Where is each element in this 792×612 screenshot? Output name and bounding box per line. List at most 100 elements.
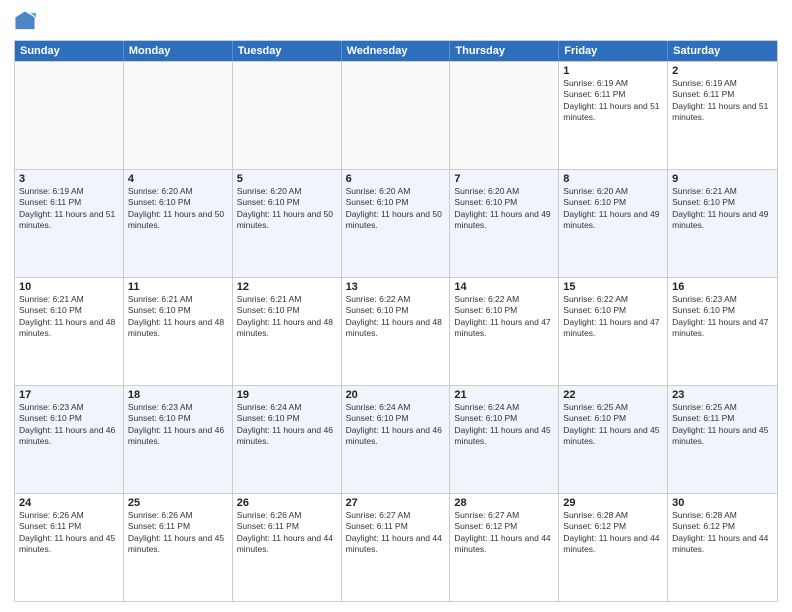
day-number: 6 bbox=[346, 173, 446, 185]
calendar-header: SundayMondayTuesdayWednesdayThursdayFrid… bbox=[15, 41, 777, 61]
day-info: Sunrise: 6:20 AM Sunset: 6:10 PM Dayligh… bbox=[346, 186, 446, 232]
day-info: Sunrise: 6:24 AM Sunset: 6:10 PM Dayligh… bbox=[454, 402, 554, 448]
day-number: 24 bbox=[19, 497, 119, 509]
calendar-row-4: 24Sunrise: 6:26 AM Sunset: 6:11 PM Dayli… bbox=[15, 493, 777, 601]
day-number: 22 bbox=[563, 389, 663, 401]
cal-cell-empty-0-4 bbox=[450, 62, 559, 169]
day-number: 3 bbox=[19, 173, 119, 185]
day-info: Sunrise: 6:21 AM Sunset: 6:10 PM Dayligh… bbox=[672, 186, 773, 232]
day-info: Sunrise: 6:28 AM Sunset: 6:12 PM Dayligh… bbox=[563, 510, 663, 556]
day-number: 4 bbox=[128, 173, 228, 185]
day-number: 1 bbox=[563, 65, 663, 77]
day-number: 5 bbox=[237, 173, 337, 185]
day-number: 23 bbox=[672, 389, 773, 401]
header bbox=[14, 10, 778, 32]
cal-cell-18: 18Sunrise: 6:23 AM Sunset: 6:10 PM Dayli… bbox=[124, 386, 233, 493]
cal-cell-15: 15Sunrise: 6:22 AM Sunset: 6:10 PM Dayli… bbox=[559, 278, 668, 385]
day-number: 28 bbox=[454, 497, 554, 509]
day-info: Sunrise: 6:22 AM Sunset: 6:10 PM Dayligh… bbox=[454, 294, 554, 340]
cal-cell-30: 30Sunrise: 6:28 AM Sunset: 6:12 PM Dayli… bbox=[668, 494, 777, 601]
day-number: 16 bbox=[672, 281, 773, 293]
cal-cell-empty-0-0 bbox=[15, 62, 124, 169]
day-number: 9 bbox=[672, 173, 773, 185]
header-tuesday: Tuesday bbox=[233, 41, 342, 61]
calendar-row-3: 17Sunrise: 6:23 AM Sunset: 6:10 PM Dayli… bbox=[15, 385, 777, 493]
day-number: 27 bbox=[346, 497, 446, 509]
day-number: 12 bbox=[237, 281, 337, 293]
day-number: 11 bbox=[128, 281, 228, 293]
day-info: Sunrise: 6:19 AM Sunset: 6:11 PM Dayligh… bbox=[672, 78, 773, 124]
cal-cell-14: 14Sunrise: 6:22 AM Sunset: 6:10 PM Dayli… bbox=[450, 278, 559, 385]
day-number: 20 bbox=[346, 389, 446, 401]
header-wednesday: Wednesday bbox=[342, 41, 451, 61]
cal-cell-2: 2Sunrise: 6:19 AM Sunset: 6:11 PM Daylig… bbox=[668, 62, 777, 169]
day-number: 19 bbox=[237, 389, 337, 401]
day-info: Sunrise: 6:24 AM Sunset: 6:10 PM Dayligh… bbox=[237, 402, 337, 448]
cal-cell-empty-0-1 bbox=[124, 62, 233, 169]
cal-cell-10: 10Sunrise: 6:21 AM Sunset: 6:10 PM Dayli… bbox=[15, 278, 124, 385]
cal-cell-26: 26Sunrise: 6:26 AM Sunset: 6:11 PM Dayli… bbox=[233, 494, 342, 601]
calendar-row-2: 10Sunrise: 6:21 AM Sunset: 6:10 PM Dayli… bbox=[15, 277, 777, 385]
day-info: Sunrise: 6:20 AM Sunset: 6:10 PM Dayligh… bbox=[237, 186, 337, 232]
day-info: Sunrise: 6:21 AM Sunset: 6:10 PM Dayligh… bbox=[237, 294, 337, 340]
day-info: Sunrise: 6:27 AM Sunset: 6:12 PM Dayligh… bbox=[454, 510, 554, 556]
cal-cell-27: 27Sunrise: 6:27 AM Sunset: 6:11 PM Dayli… bbox=[342, 494, 451, 601]
cal-cell-28: 28Sunrise: 6:27 AM Sunset: 6:12 PM Dayli… bbox=[450, 494, 559, 601]
day-info: Sunrise: 6:23 AM Sunset: 6:10 PM Dayligh… bbox=[19, 402, 119, 448]
cal-cell-16: 16Sunrise: 6:23 AM Sunset: 6:10 PM Dayli… bbox=[668, 278, 777, 385]
cal-cell-empty-0-3 bbox=[342, 62, 451, 169]
cal-cell-4: 4Sunrise: 6:20 AM Sunset: 6:10 PM Daylig… bbox=[124, 170, 233, 277]
header-saturday: Saturday bbox=[668, 41, 777, 61]
cal-cell-9: 9Sunrise: 6:21 AM Sunset: 6:10 PM Daylig… bbox=[668, 170, 777, 277]
header-thursday: Thursday bbox=[450, 41, 559, 61]
header-friday: Friday bbox=[559, 41, 668, 61]
day-info: Sunrise: 6:25 AM Sunset: 6:10 PM Dayligh… bbox=[563, 402, 663, 448]
cal-cell-8: 8Sunrise: 6:20 AM Sunset: 6:10 PM Daylig… bbox=[559, 170, 668, 277]
cal-cell-23: 23Sunrise: 6:25 AM Sunset: 6:11 PM Dayli… bbox=[668, 386, 777, 493]
day-info: Sunrise: 6:26 AM Sunset: 6:11 PM Dayligh… bbox=[237, 510, 337, 556]
calendar-row-1: 3Sunrise: 6:19 AM Sunset: 6:11 PM Daylig… bbox=[15, 169, 777, 277]
logo-icon bbox=[14, 10, 36, 32]
day-number: 29 bbox=[563, 497, 663, 509]
day-info: Sunrise: 6:23 AM Sunset: 6:10 PM Dayligh… bbox=[672, 294, 773, 340]
day-number: 26 bbox=[237, 497, 337, 509]
day-info: Sunrise: 6:19 AM Sunset: 6:11 PM Dayligh… bbox=[19, 186, 119, 232]
calendar-row-0: 1 Sunrise: 6:19 AM Sunset: 6:11 PM Daylig… bbox=[15, 61, 777, 169]
logo bbox=[14, 10, 40, 32]
day-info: Sunrise: 6:26 AM Sunset: 6:11 PM Dayligh… bbox=[19, 510, 119, 556]
day-info: Sunrise: 6:28 AM Sunset: 6:12 PM Dayligh… bbox=[672, 510, 773, 556]
cal-cell-6: 6Sunrise: 6:20 AM Sunset: 6:10 PM Daylig… bbox=[342, 170, 451, 277]
cal-cell-5: 5Sunrise: 6:20 AM Sunset: 6:10 PM Daylig… bbox=[233, 170, 342, 277]
cal-cell-20: 20Sunrise: 6:24 AM Sunset: 6:10 PM Dayli… bbox=[342, 386, 451, 493]
day-number: 2 bbox=[672, 65, 773, 77]
cal-cell-3: 3Sunrise: 6:19 AM Sunset: 6:11 PM Daylig… bbox=[15, 170, 124, 277]
cal-cell-17: 17Sunrise: 6:23 AM Sunset: 6:10 PM Dayli… bbox=[15, 386, 124, 493]
header-sunday: Sunday bbox=[15, 41, 124, 61]
day-info: Sunrise: 6:22 AM Sunset: 6:10 PM Dayligh… bbox=[346, 294, 446, 340]
header-monday: Monday bbox=[124, 41, 233, 61]
cal-cell-25: 25Sunrise: 6:26 AM Sunset: 6:11 PM Dayli… bbox=[124, 494, 233, 601]
day-info: Sunrise: 6:23 AM Sunset: 6:10 PM Dayligh… bbox=[128, 402, 228, 448]
day-number: 8 bbox=[563, 173, 663, 185]
cal-cell-empty-0-2 bbox=[233, 62, 342, 169]
page: SundayMondayTuesdayWednesdayThursdayFrid… bbox=[0, 0, 792, 612]
day-number: 15 bbox=[563, 281, 663, 293]
day-info: Sunrise: 6:25 AM Sunset: 6:11 PM Dayligh… bbox=[672, 402, 773, 448]
day-info: Sunrise: 6:21 AM Sunset: 6:10 PM Dayligh… bbox=[19, 294, 119, 340]
day-info: Sunrise: 6:20 AM Sunset: 6:10 PM Dayligh… bbox=[563, 186, 663, 232]
cal-cell-19: 19Sunrise: 6:24 AM Sunset: 6:10 PM Dayli… bbox=[233, 386, 342, 493]
day-number: 7 bbox=[454, 173, 554, 185]
day-info: Sunrise: 6:20 AM Sunset: 6:10 PM Dayligh… bbox=[454, 186, 554, 232]
day-info: Sunrise: 6:26 AM Sunset: 6:11 PM Dayligh… bbox=[128, 510, 228, 556]
day-info: Sunrise: 6:20 AM Sunset: 6:10 PM Dayligh… bbox=[128, 186, 228, 232]
day-number: 10 bbox=[19, 281, 119, 293]
calendar: SundayMondayTuesdayWednesdayThursdayFrid… bbox=[14, 40, 778, 602]
day-number: 17 bbox=[19, 389, 119, 401]
day-info: Sunrise: 6:24 AM Sunset: 6:10 PM Dayligh… bbox=[346, 402, 446, 448]
cal-cell-24: 24Sunrise: 6:26 AM Sunset: 6:11 PM Dayli… bbox=[15, 494, 124, 601]
cal-cell-1: 1Sunrise: 6:19 AM Sunset: 6:11 PM Daylig… bbox=[559, 62, 668, 169]
day-number: 25 bbox=[128, 497, 228, 509]
cal-cell-12: 12Sunrise: 6:21 AM Sunset: 6:10 PM Dayli… bbox=[233, 278, 342, 385]
calendar-body: 1 Sunrise: 6:19 AM Sunset: 6:11 PM Daylig… bbox=[15, 61, 777, 601]
day-number: 13 bbox=[346, 281, 446, 293]
